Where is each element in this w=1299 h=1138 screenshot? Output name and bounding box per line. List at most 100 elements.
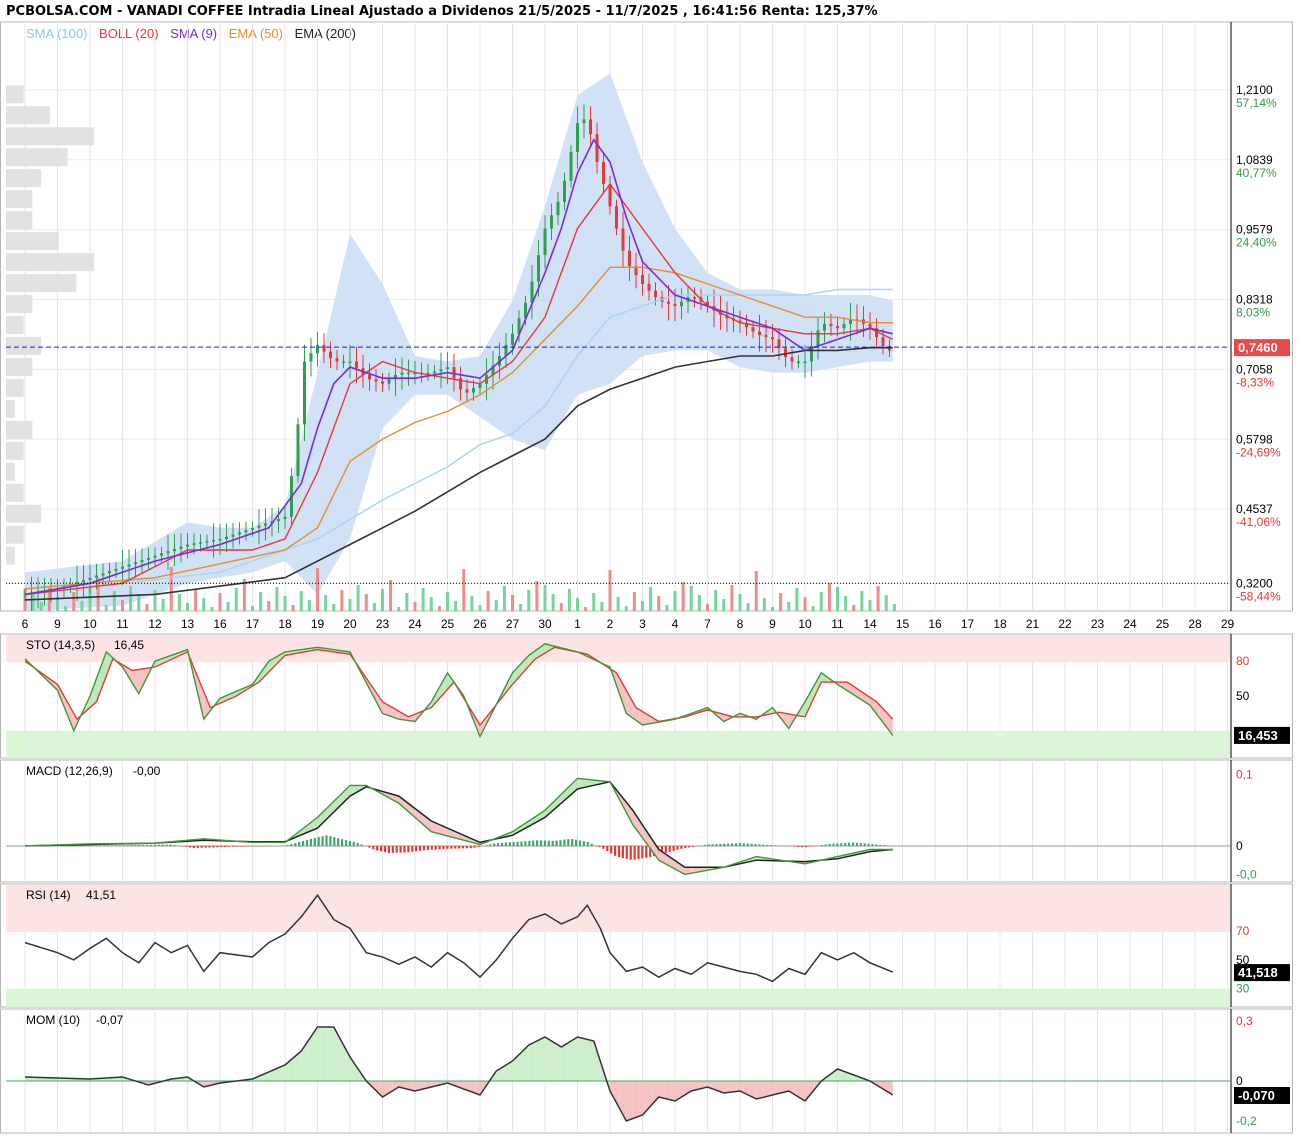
x-axis-label: 2 (607, 617, 614, 631)
volume-bar (827, 583, 831, 611)
macd-histogram-bar (497, 842, 500, 846)
volume-bar (267, 601, 271, 611)
candle-body (673, 303, 677, 307)
macd-histogram-bar (551, 840, 554, 846)
macd-histogram-bar (855, 842, 858, 846)
x-axis-label: 23 (1091, 617, 1105, 631)
candle-body (192, 543, 196, 545)
macd-histogram-bar (344, 840, 348, 846)
macd-histogram-bar (341, 839, 344, 846)
macd-histogram-bar (461, 845, 465, 849)
mom-fill (522, 1048, 526, 1081)
volume-bar (722, 599, 726, 611)
macd-tick: 0,1 (1236, 768, 1253, 782)
candle-body (771, 337, 774, 340)
macd-label: MACD (12,26,9) (26, 764, 113, 778)
mom-fill (587, 1039, 591, 1081)
macd-histogram-bar (485, 845, 488, 846)
volume-bar (543, 585, 547, 611)
mom-fill (333, 1027, 337, 1081)
volume-profile-bar (6, 148, 68, 167)
candle-body (472, 388, 475, 393)
macd-histogram-bar (149, 844, 153, 846)
x-axis-label: 18 (993, 617, 1007, 631)
mom-fill (327, 1027, 331, 1081)
volume-bar (632, 592, 636, 611)
volume-bar (153, 590, 157, 611)
volume-bar (251, 606, 254, 611)
volume-bar (121, 600, 124, 611)
stock-chart: PCBOLSA.COM - VANADI COFFEE Intradia Lin… (0, 0, 1299, 1138)
macd-histogram-bar (555, 840, 558, 846)
macd-histogram-bar (212, 845, 215, 848)
mom-fill (314, 1027, 318, 1081)
macd-histogram-bar (805, 845, 808, 848)
mom-fill (541, 1037, 545, 1081)
macd-histogram-bar (625, 845, 628, 859)
macd-histogram-bar (114, 845, 117, 846)
macd-histogram-bar (547, 840, 550, 846)
macd-histogram-bar (395, 845, 398, 853)
candle-body (212, 540, 215, 542)
candle-body (374, 379, 378, 382)
volume-bar (64, 606, 68, 611)
candle-body (264, 523, 267, 526)
mom-fill (311, 1031, 315, 1081)
mom-fill (330, 1027, 334, 1081)
macd-histogram-bar (216, 845, 219, 848)
candle-body (316, 344, 319, 354)
macd-histogram-bar (122, 845, 125, 846)
macd-histogram-bar (664, 845, 667, 853)
macd-histogram-bar (867, 843, 870, 846)
volume-bar (681, 582, 685, 611)
x-axis-label: 6 (22, 617, 29, 631)
volume-bar (616, 597, 620, 611)
mom-fill (473, 1081, 477, 1094)
macd-histogram-bar (851, 842, 855, 846)
macd-histogram-bar (571, 839, 574, 846)
macd-histogram-bar (438, 845, 441, 850)
macd-histogram-bar (333, 837, 336, 846)
volume-profile-bar (6, 274, 77, 293)
volume-bar (202, 598, 206, 611)
x-axis-label: 11 (116, 617, 129, 631)
volume-bar (641, 601, 644, 611)
volume-bar (730, 585, 734, 611)
candle-body (173, 548, 176, 552)
macd-histogram-bar (356, 842, 359, 846)
macd-histogram-bar (719, 843, 722, 846)
volume-profile-bar (6, 295, 33, 314)
candle-body (231, 534, 235, 537)
macd-histogram-bar (871, 844, 874, 846)
volume-bar (762, 598, 766, 611)
macd-histogram-bar (298, 842, 301, 846)
macd-histogram-bar (380, 845, 383, 852)
candle-body (283, 516, 287, 519)
volume-bar (519, 604, 523, 611)
macd-histogram-bar (844, 842, 847, 846)
macd-histogram-bar (575, 839, 578, 846)
volume-bar (657, 596, 661, 611)
macd-histogram-bar (110, 845, 114, 846)
macd-histogram-bar (516, 841, 519, 846)
volume-bar (673, 591, 677, 611)
mom-fill (415, 1081, 419, 1091)
volume-bar (860, 591, 864, 611)
mom-tick: 0 (1236, 1074, 1243, 1088)
macd-histogram-bar (617, 845, 621, 858)
mom-fill (554, 1043, 558, 1081)
macd-histogram-bar (348, 840, 351, 846)
mom-fill (723, 1081, 727, 1093)
mom-fill (294, 1053, 298, 1081)
volume-bar (494, 600, 498, 611)
volume-bar (665, 605, 669, 611)
macd-histogram-bar (738, 843, 741, 846)
volume-bar (649, 587, 653, 611)
macd-value: -0,00 (133, 764, 161, 778)
candle-body (127, 564, 131, 567)
volume-bar (803, 597, 807, 611)
candle-body (576, 123, 579, 152)
macd-histogram-bar (731, 843, 734, 846)
candle-body (218, 538, 222, 541)
macd-histogram-bar (399, 845, 402, 853)
